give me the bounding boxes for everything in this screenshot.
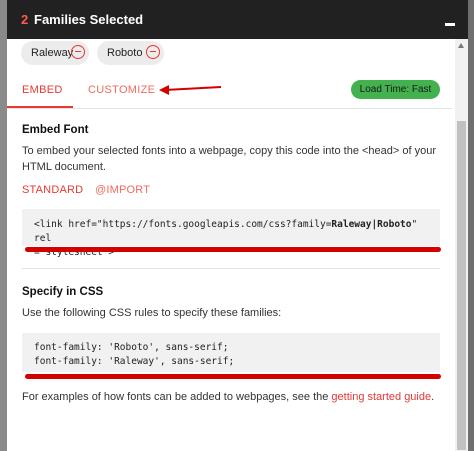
header-title: Families Selected: [34, 12, 144, 27]
specify-css-description: Use the following CSS rules to specify t…: [22, 307, 282, 319]
chip-roboto: Roboto: [97, 41, 164, 65]
css-rule-2: font-family: 'Raleway', sans-serif;: [34, 356, 235, 367]
active-tab-indicator: [7, 106, 73, 108]
scrollbar-thumb[interactable]: [457, 121, 466, 450]
getting-started-link[interactable]: getting started guide: [331, 391, 431, 403]
drawer-header[interactable]: 2 Families Selected: [7, 0, 468, 39]
remove-circle-icon[interactable]: [146, 45, 160, 59]
section-divider: [22, 268, 440, 269]
code-line-1: <link href="https://fonts.googleapis.com…: [34, 219, 418, 244]
embed-font-title: Embed Font: [22, 124, 89, 136]
backdrop-right: [467, 0, 474, 451]
annotation-underline: [25, 374, 441, 379]
load-time-badge: Load Time: Fast: [351, 80, 440, 99]
footer-text: For examples of how fonts can be added t…: [22, 391, 435, 403]
remove-circle-icon[interactable]: [71, 45, 85, 59]
annotation-arrow-icon: [159, 85, 222, 95]
chip-label: Roboto: [107, 47, 143, 59]
font-selection-drawer: 2 Families Selected Raleway Roboto EMBED…: [7, 0, 468, 451]
tab-import[interactable]: @IMPORT: [95, 184, 150, 196]
tab-customize[interactable]: CUSTOMIZE: [88, 84, 155, 96]
tab-embed[interactable]: EMBED: [22, 84, 63, 96]
embed-code-block[interactable]: <link href="https://fonts.googleapis.com…: [22, 209, 440, 258]
tab-standard[interactable]: STANDARD: [22, 184, 83, 196]
scroll-up-icon[interactable]: [458, 43, 464, 48]
selected-count: 2: [21, 12, 29, 27]
scrollbar[interactable]: [455, 39, 468, 451]
css-code-block[interactable]: font-family: 'Roboto', sans-serif; font-…: [22, 333, 440, 372]
css-rule-1: font-family: 'Roboto', sans-serif;: [34, 342, 229, 353]
chip-label: Raleway: [31, 47, 74, 59]
chip-raleway: Raleway: [21, 41, 89, 65]
embed-font-description: To embed your selected fonts into a webp…: [22, 145, 436, 173]
annotation-underline: [25, 247, 441, 252]
minimize-icon[interactable]: [445, 23, 455, 26]
specify-css-title: Specify in CSS: [22, 286, 104, 298]
